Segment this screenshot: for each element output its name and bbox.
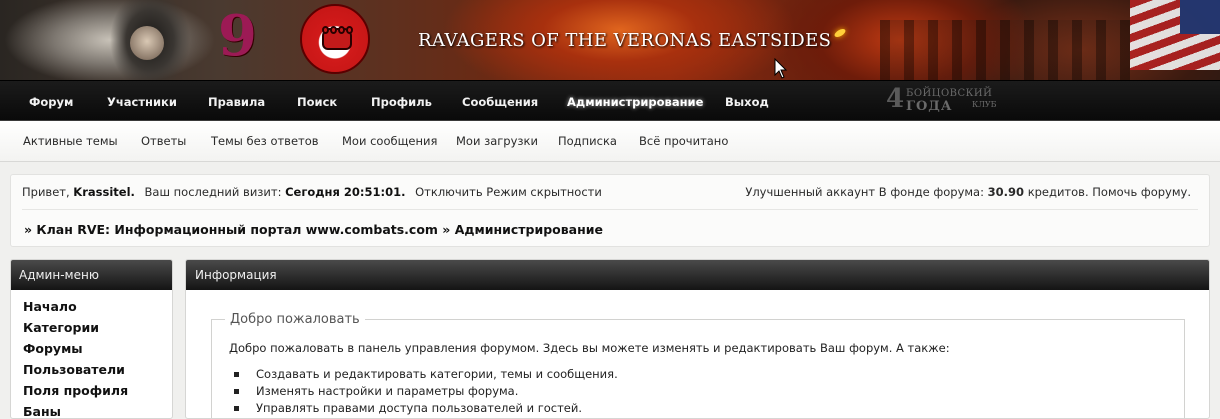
forum-banner: 9 RAVAGERS OF THE VERONAS EASTSIDES — [0, 0, 1220, 80]
nav-profile[interactable]: Профиль — [371, 95, 432, 109]
info-panel: Информация Добро пожаловать Добро пожало… — [185, 259, 1210, 419]
clan-number: 9 — [218, 3, 257, 69]
admin-menu: Админ-меню Начало Категории Форумы Польз… — [10, 259, 173, 419]
nav-messages[interactable]: Сообщения — [462, 95, 538, 109]
subnav-replies[interactable]: Ответы — [141, 134, 186, 148]
nav-forum[interactable]: Форум — [29, 95, 73, 109]
subnav-mark-all-read[interactable]: Всё прочитано — [639, 134, 728, 148]
admin-menu-item-categories[interactable]: Категории — [23, 319, 172, 340]
last-visit-time: Сегодня 20:51:01. — [285, 185, 406, 199]
info-panel-title: Информация — [186, 260, 1209, 290]
admin-menu-item-users[interactable]: Пользователи — [23, 361, 172, 382]
subnav-my-posts[interactable]: Мои сообщения — [342, 134, 437, 148]
nav-members[interactable]: Участники — [107, 95, 177, 109]
help-forum-link[interactable]: Помочь форуму. — [1092, 185, 1191, 199]
welcome-legend: Добро пожаловать — [225, 312, 365, 327]
account-type: Улучшенный аккаунт — [745, 185, 876, 199]
admin-menu-list: Начало Категории Форумы Пользователи Пол… — [11, 290, 172, 418]
list-item: Создавать и редактировать категории, тем… — [234, 367, 618, 384]
banner-warriors-art — [880, 20, 1130, 80]
admin-menu-title: Админ-меню — [11, 260, 172, 290]
fight-club-logo: 4 БОЙЦОВСКИЙ ГОДА КЛУБ — [886, 84, 997, 114]
fist-seal-logo — [300, 4, 370, 74]
sub-nav: Активные темы Ответы Темы без ответов Мо… — [0, 121, 1220, 162]
admin-menu-item-forums[interactable]: Форумы — [23, 340, 172, 361]
spark-decoration — [833, 27, 847, 39]
fund-value: 30.90 — [987, 185, 1025, 199]
breadcrumb: » Клан RVE: Информационный портал www.co… — [24, 222, 603, 237]
nav-logout[interactable]: Выход — [725, 95, 769, 109]
feature-list: Создавать и редактировать категории, тем… — [234, 367, 618, 418]
welcome-text: Добро пожаловать в панель управления фор… — [229, 341, 950, 355]
subnav-my-uploads[interactable]: Мои загрузки — [456, 134, 538, 148]
nav-rules[interactable]: Правила — [208, 95, 265, 109]
forum-fund-info: Улучшенный аккаунт В фонде форума: 30.90… — [745, 185, 1191, 199]
user-status-bar: Привет, Krassitel. Ваш последний визит: … — [10, 174, 1210, 247]
flag-decoration — [1130, 0, 1220, 70]
banner-face — [130, 26, 164, 60]
divider — [22, 209, 1198, 210]
subnav-subscriptions[interactable]: Подписка — [558, 134, 617, 148]
banner-title: RAVAGERS OF THE VERONAS EASTSIDES — [418, 30, 832, 51]
subnav-unanswered[interactable]: Темы без ответов — [211, 134, 319, 148]
admin-menu-item-profile-fields[interactable]: Поля профиля — [23, 382, 172, 403]
nav-search[interactable]: Поиск — [297, 95, 337, 109]
admin-menu-item-bans[interactable]: Баны — [23, 403, 172, 418]
list-item: Управлять правами доступа пользователей … — [234, 401, 618, 418]
subnav-active-topics[interactable]: Активные темы — [23, 134, 118, 148]
main-nav: Форум Участники Правила Поиск Профиль Со… — [0, 80, 1220, 121]
nav-administration[interactable]: Администрирование — [567, 95, 703, 109]
stealth-mode-link[interactable]: Отключить Режим скрытности — [415, 185, 602, 199]
mouse-cursor-icon — [774, 58, 788, 79]
username[interactable]: Krassitel. — [73, 185, 135, 199]
list-item: Изменять настройки и параметры форума. — [234, 384, 618, 401]
admin-menu-item-home[interactable]: Начало — [23, 298, 172, 319]
welcome-line: Привет, Krassitel. Ваш последний визит: … — [22, 185, 602, 199]
